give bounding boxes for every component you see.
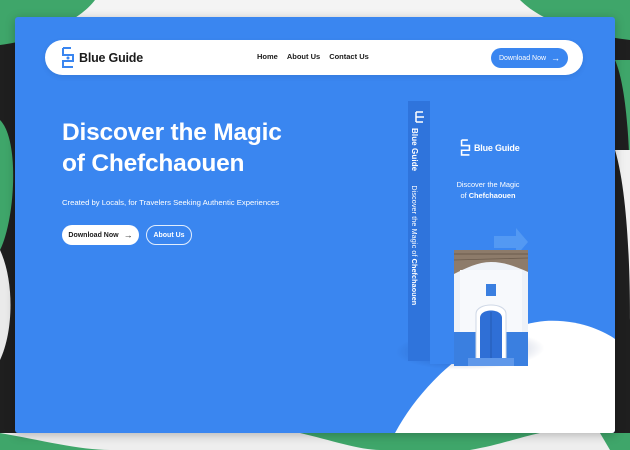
cover-title-place: Chefchaouen [468, 191, 516, 200]
nav-link-contact-us[interactable]: Contact Us [329, 52, 369, 61]
brand-name: Blue Guide [79, 50, 143, 65]
cover-title-prefix: of [460, 191, 467, 200]
hero-title-line1: Discover the Magic [62, 119, 282, 146]
book-spine-text: Blue Guide Discover the Magic of Chefcha… [410, 128, 419, 305]
spine-brand: Blue Guide [410, 128, 419, 172]
hero-title-line2: of Chefchaouen [62, 150, 245, 177]
nav-link-about-us[interactable]: About Us [287, 52, 320, 61]
nav-links: Home About Us Contact Us [257, 52, 369, 61]
nav-download-label: Download Now [498, 54, 547, 62]
nav-link-home[interactable]: Home [257, 52, 278, 61]
hero-download-button[interactable]: Download Now → [62, 225, 139, 245]
hero-download-label: Download Now [68, 231, 119, 239]
arrow-right-icon: → [551, 52, 561, 63]
arrow-right-icon: → [123, 229, 133, 240]
cover-logo-icon [460, 139, 471, 156]
hero-title: Discover the Magic of Chefchaouen [62, 117, 352, 179]
cover-title: Discover the Magic of Chefchaouen [448, 179, 528, 201]
spine-title-prefix: Discover the Magic of [410, 185, 419, 257]
brand-logo[interactable]: Blue Guide [61, 47, 143, 68]
cover-title-line1: Discover the Magic [456, 180, 520, 189]
top-navbar: Blue Guide Home About Us Contact Us Down… [45, 40, 583, 75]
hero-subtitle: Created by Locals, for Travelers Seeking… [62, 198, 280, 207]
spine-title-place: Chefchaouen [410, 258, 419, 306]
cover-brand: Blue Guide [474, 142, 520, 153]
cover-logo: Blue Guide [460, 139, 520, 156]
nav-download-button[interactable]: Download Now → [491, 48, 568, 68]
blue-guide-logo-icon [62, 47, 74, 68]
hero-about-button[interactable]: About Us [146, 225, 192, 245]
hero-about-label: About Us [153, 231, 185, 239]
spine-logo-icon [415, 111, 424, 123]
cover-photo-chefchaouen-door [454, 228, 528, 366]
